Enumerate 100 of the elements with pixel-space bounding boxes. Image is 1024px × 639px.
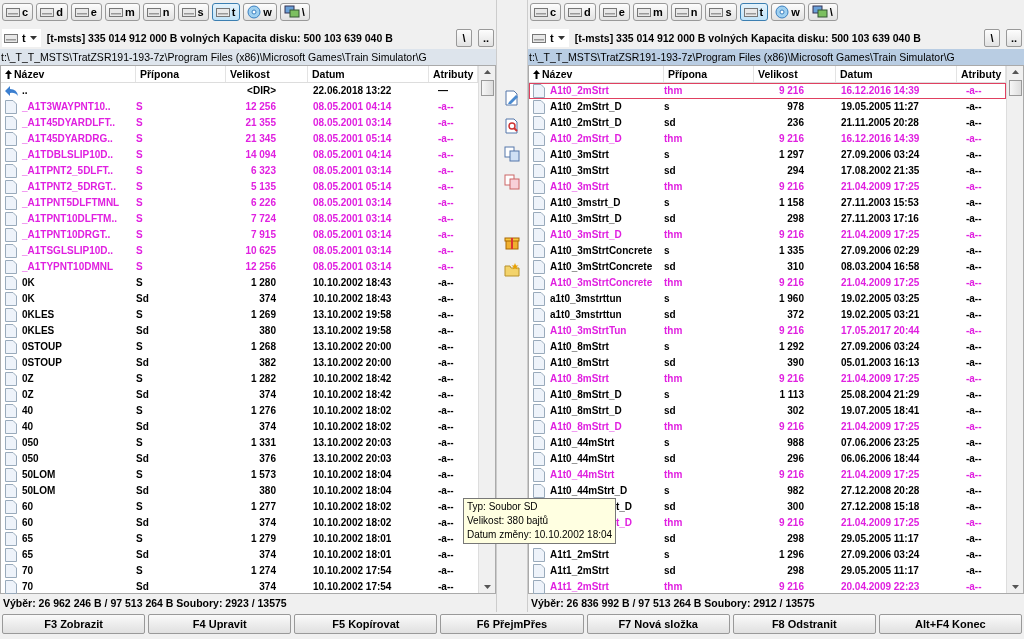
- drive-button[interactable]: t: [739, 3, 769, 21]
- file-size: 7 915: [249, 228, 276, 242]
- file-extension: S: [136, 340, 144, 354]
- drive-button[interactable]: t: [211, 3, 241, 21]
- drive-button[interactable]: n: [670, 3, 703, 21]
- file-name: A1t0_8mStrt: [548, 340, 610, 354]
- file-size: 302: [786, 404, 804, 418]
- function-key-button[interactable]: F3 Zobrazit: [2, 614, 146, 634]
- dropdown-arrow-icon: [29, 36, 37, 40]
- column-header[interactable]: Velikost: [226, 66, 308, 82]
- file-size: 21 355: [244, 116, 276, 130]
- drive-icon: [709, 7, 724, 17]
- column-header[interactable]: Velikost: [753, 66, 836, 82]
- drive-button[interactable]: \: [279, 3, 310, 21]
- gift-box-icon[interactable]: [504, 234, 520, 250]
- drive-button[interactable]: c: [2, 3, 34, 21]
- edit-document-icon[interactable]: [504, 90, 520, 106]
- root-button[interactable]: \: [456, 29, 473, 47]
- function-key-button[interactable]: F6 PřejmPřes: [440, 614, 584, 634]
- drive-button[interactable]: e: [598, 3, 630, 21]
- file-name: A1t0_44mStrt_D: [548, 484, 629, 498]
- column-header[interactable]: Datum: [835, 66, 957, 82]
- file-date: 10.10.2002 18:02: [312, 500, 393, 514]
- root-button[interactable]: \: [984, 29, 1000, 47]
- file-date: 06.06.2006 18:44: [839, 452, 921, 466]
- drive-button[interactable]: c: [529, 3, 562, 21]
- function-key-button[interactable]: F7 Nová složka: [586, 614, 730, 634]
- file-size: 988: [786, 436, 804, 450]
- file-size: 296: [786, 452, 804, 466]
- drive-button[interactable]: w: [771, 3, 805, 21]
- file-date: 10.10.2002 18:43: [312, 292, 393, 306]
- file-date: 17.08.2002 21:35: [839, 164, 921, 178]
- column-header[interactable]: Název: [528, 66, 664, 82]
- file-name: 50LOM: [21, 468, 57, 482]
- drive-button[interactable]: e: [70, 3, 102, 21]
- back-arrow-icon: [3, 85, 19, 97]
- drive-button[interactable]: w: [243, 3, 277, 21]
- drive-button[interactable]: n: [142, 3, 175, 21]
- up-button[interactable]: ..: [1006, 29, 1022, 47]
- file-name: 70: [21, 580, 35, 594]
- scrollbar[interactable]: [1006, 66, 1023, 593]
- function-key-button[interactable]: F8 Odstranit: [732, 614, 876, 634]
- file-icon: [532, 132, 545, 146]
- function-key-button[interactable]: Alt+F4 Konec: [878, 614, 1022, 634]
- file-size: 300: [786, 500, 804, 514]
- file-icon: [532, 180, 545, 194]
- file-attributes: -a--: [438, 292, 454, 306]
- drive-button[interactable]: d: [564, 3, 596, 21]
- file-attributes: -a--: [965, 580, 982, 594]
- file-extension: sd: [663, 564, 677, 578]
- file-icon: [5, 292, 17, 306]
- file-icon: [5, 548, 17, 562]
- drive-icon: [146, 7, 161, 17]
- file-attributes: -a--: [438, 244, 454, 258]
- scroll-thumb[interactable]: [480, 80, 494, 96]
- file-name: A1t0_8mStrt_D: [548, 404, 623, 418]
- drive-button[interactable]: s: [705, 3, 737, 21]
- file-date: 10.10.2002 18:02: [312, 516, 393, 530]
- file-extension: sd: [663, 356, 677, 370]
- function-key-button[interactable]: F4 Upravit: [148, 614, 292, 634]
- file-attributes: -a--: [965, 324, 982, 338]
- copy-documents-icon[interactable]: [504, 174, 520, 190]
- drive-dropdown[interactable]: t: [529, 29, 569, 47]
- file-icon: [532, 548, 545, 562]
- drive-button[interactable]: d: [36, 3, 68, 21]
- drive-button[interactable]: \: [807, 3, 838, 21]
- function-key-button[interactable]: F5 Kopírovat: [294, 614, 438, 634]
- file-size: 1 279: [249, 532, 276, 546]
- copy-documents-icon[interactable]: [504, 146, 520, 162]
- file-extension: sd: [663, 212, 677, 226]
- file-size: 7 724: [249, 212, 276, 226]
- file-attributes: -a--: [438, 212, 454, 226]
- file-name: A1t0_3mStrt_D: [548, 228, 623, 242]
- column-header[interactable]: Název: [1, 66, 136, 82]
- file-icon: [5, 484, 17, 498]
- file-size: 982: [786, 484, 804, 498]
- file-row[interactable]: A1t0_2mStrt thm 9 216 16.12.2016 14:39 -a--: [528, 83, 1006, 99]
- file-date: 21.04.2009 17:25: [839, 372, 921, 386]
- file-extension: Sd: [136, 516, 150, 530]
- drive-button[interactable]: m: [632, 3, 668, 21]
- folder-star-icon[interactable]: [504, 262, 520, 278]
- file-date: 10.10.2002 18:43: [312, 276, 393, 290]
- column-header[interactable]: Přípona: [663, 66, 754, 82]
- file-date: 10.10.2002 18:01: [312, 532, 393, 546]
- file-name: t_D: [614, 516, 634, 530]
- file-name: A1t0_3mStrtTun: [548, 324, 628, 338]
- document-search-icon[interactable]: [504, 118, 520, 134]
- drive-button[interactable]: s: [177, 3, 209, 21]
- file-attributes: -a--: [965, 84, 982, 98]
- file-icon: [532, 148, 545, 162]
- column-header[interactable]: Datum: [308, 66, 429, 82]
- drive-button[interactable]: m: [105, 3, 140, 21]
- up-button[interactable]: ..: [478, 29, 495, 47]
- file-attributes: -a--: [965, 372, 982, 386]
- file-name: A1t0_3mStrtConcrete: [548, 276, 654, 290]
- file-icon: [5, 212, 17, 226]
- column-header[interactable]: Přípona: [136, 66, 226, 82]
- network-computer-icon: [283, 5, 300, 19]
- scroll-thumb[interactable]: [1008, 80, 1022, 96]
- drive-dropdown[interactable]: t: [2, 29, 41, 47]
